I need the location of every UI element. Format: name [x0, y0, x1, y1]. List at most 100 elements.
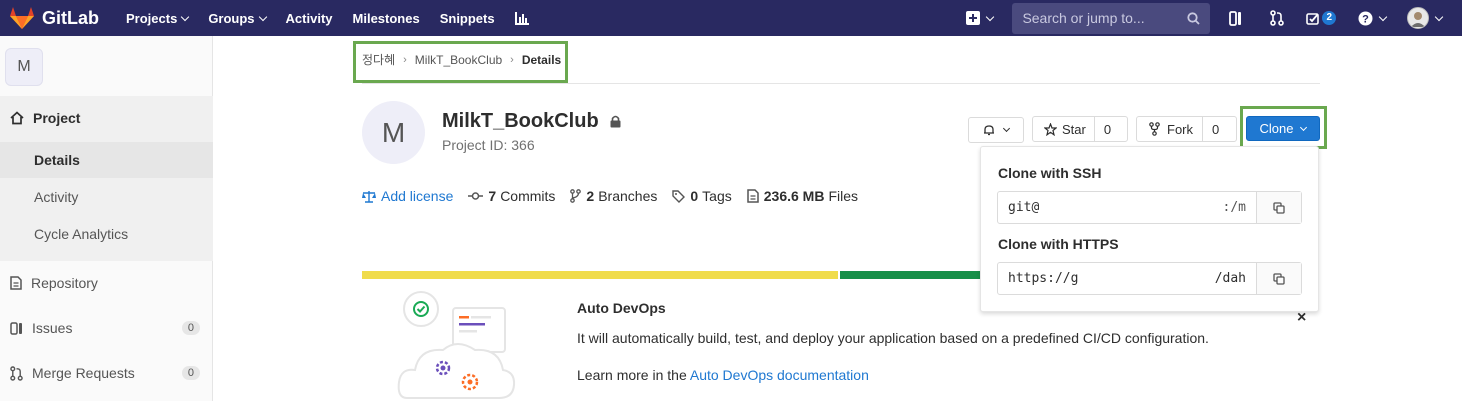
chevron-down-icon: [181, 12, 190, 21]
copy-https-button[interactable]: [1256, 263, 1301, 294]
fork-button[interactable]: Fork 0: [1136, 116, 1237, 142]
clone-label: Clone: [1259, 121, 1294, 136]
branch-icon: [570, 189, 582, 203]
auto-devops-illustration: [397, 291, 516, 399]
star-button[interactable]: Star 0: [1032, 116, 1128, 142]
clone-https-field[interactable]: https://g /dah: [997, 262, 1302, 295]
fork-count[interactable]: 0: [1202, 117, 1228, 141]
files-size: 236.6 MB: [763, 188, 825, 204]
commits-label: Commits: [500, 188, 556, 204]
chevron-down-icon: [1300, 123, 1308, 131]
scale-icon: [362, 190, 376, 203]
clone-ssh-field[interactable]: git@ :/m: [997, 191, 1302, 224]
chevron-down-icon: [986, 12, 995, 21]
branches-link[interactable]: 2 Branches: [570, 188, 657, 204]
star-count[interactable]: 0: [1093, 117, 1120, 141]
clone-button[interactable]: Clone: [1246, 116, 1320, 141]
nav-activity[interactable]: Activity: [286, 11, 333, 26]
top-navbar: GitLab Projects Groups Activity Mileston…: [0, 0, 1462, 36]
issues-count-badge: 0: [181, 321, 200, 335]
sidebar-item-cycle-analytics[interactable]: Cycle Analytics: [34, 226, 128, 242]
tags-count: 0: [690, 188, 699, 204]
clone-https-input[interactable]: https://g /dah: [998, 263, 1256, 294]
sidebar-project-avatar[interactable]: M: [5, 48, 43, 86]
breadcrumb-owner[interactable]: 정다혜: [362, 51, 395, 68]
gitlab-logo[interactable]: GitLab: [9, 6, 99, 30]
nav-milestones[interactable]: Milestones: [353, 11, 420, 26]
files-link[interactable]: 236.6 MB Files: [747, 188, 858, 204]
chevron-down-icon: [1002, 124, 1011, 133]
copy-icon: [1273, 272, 1285, 285]
breadcrumb-separator: ›: [403, 53, 407, 66]
auto-devops-docs-link[interactable]: Auto DevOps documentation: [690, 367, 869, 383]
brand-name: GitLab: [42, 7, 99, 28]
project-id: Project ID: 366: [442, 137, 535, 153]
breadcrumb-separator: ›: [510, 53, 514, 66]
chevron-down-icon: [1378, 12, 1388, 21]
project-name: MilkT_BookClub: [442, 110, 599, 132]
clone-ssh-input[interactable]: git@ :/m: [998, 192, 1256, 223]
learn-more-prefix: Learn more in the: [577, 367, 687, 383]
nav-groups[interactable]: Groups: [208, 10, 267, 26]
chart-icon[interactable]: [514, 11, 529, 25]
commits-count: 7: [488, 188, 497, 204]
sidebar-active-highlight: [0, 142, 213, 178]
auto-devops-title: Auto DevOps: [577, 300, 666, 316]
issues-icon: [10, 321, 22, 335]
nav-projects-label: Projects: [126, 10, 178, 26]
merge-requests-count-badge: 0: [181, 366, 200, 380]
file-icon: [747, 189, 759, 203]
sidebar-issues-label: Issues: [32, 320, 73, 336]
plus-icon: [966, 11, 981, 25]
project-title: MilkT_BookClub: [442, 110, 621, 133]
sidebar-item-activity[interactable]: Activity: [34, 189, 78, 205]
sidebar-item-repository[interactable]: Repository: [10, 275, 200, 291]
nav-projects[interactable]: Projects: [126, 10, 190, 26]
branches-count: 2: [586, 188, 595, 204]
nav-snippets[interactable]: Snippets: [440, 11, 495, 26]
breadcrumb-project[interactable]: MilkT_BookClub: [415, 53, 502, 67]
todo-button[interactable]: 2: [1306, 11, 1336, 25]
project-avatar: M: [362, 101, 425, 164]
clone-ssh-label: Clone with SSH: [998, 165, 1102, 181]
sidebar-item-issues[interactable]: Issues 0: [10, 320, 200, 336]
home-icon: [10, 111, 24, 125]
sidebar-merge-requests-label: Merge Requests: [32, 365, 135, 381]
new-item-dropdown[interactable]: [966, 11, 995, 25]
clone-https-label: Clone with HTTPS: [998, 236, 1119, 252]
chevron-down-icon: [258, 12, 267, 21]
copy-icon: [1273, 201, 1285, 214]
sidebar-item-details[interactable]: Details: [34, 152, 80, 168]
help-dropdown[interactable]: ?: [1358, 11, 1388, 26]
header-divider: [362, 83, 1320, 84]
nav-groups-label: Groups: [208, 10, 255, 26]
auto-devops-learn-more: Learn more in the Auto DevOps documentat…: [577, 367, 869, 383]
sidebar-item-merge-requests[interactable]: Merge Requests 0: [10, 365, 200, 381]
fork-icon: [1149, 122, 1160, 136]
bell-icon: [984, 125, 994, 136]
add-license-label: Add license: [381, 188, 454, 204]
commits-link[interactable]: 7 Commits: [468, 188, 555, 204]
breadcrumb-current[interactable]: Details: [522, 53, 561, 67]
merge-request-icon: [10, 365, 23, 381]
notification-dropdown[interactable]: [968, 117, 1024, 143]
tags-link[interactable]: 0 Tags: [672, 188, 732, 204]
clone-ssh-value-end: :/m: [1222, 200, 1246, 215]
project-sidebar: M Project Details Activity Cycle Analyti…: [0, 36, 213, 401]
sidebar-project-label: Project: [33, 110, 81, 126]
todo-icon: [1306, 12, 1320, 25]
clone-dropdown-menu: Clone with SSH git@ :/m Clone with HTTPS…: [980, 146, 1319, 312]
files-label: Files: [828, 188, 859, 204]
copy-ssh-button[interactable]: [1256, 192, 1301, 223]
sidebar-item-project[interactable]: Project: [10, 110, 80, 126]
search-input[interactable]: Search or jump to...: [1012, 2, 1211, 34]
svg-text:?: ?: [1362, 13, 1369, 25]
file-icon: [10, 276, 22, 290]
sidebar-repository-label: Repository: [31, 275, 98, 291]
merge-request-icon[interactable]: [1270, 10, 1285, 26]
search-placeholder: Search or jump to...: [1022, 10, 1145, 26]
add-license-link[interactable]: Add license: [362, 188, 453, 204]
sidebar-toggle-icon[interactable]: [1229, 10, 1242, 26]
user-menu[interactable]: [1407, 7, 1444, 29]
help-icon: ?: [1358, 11, 1373, 25]
